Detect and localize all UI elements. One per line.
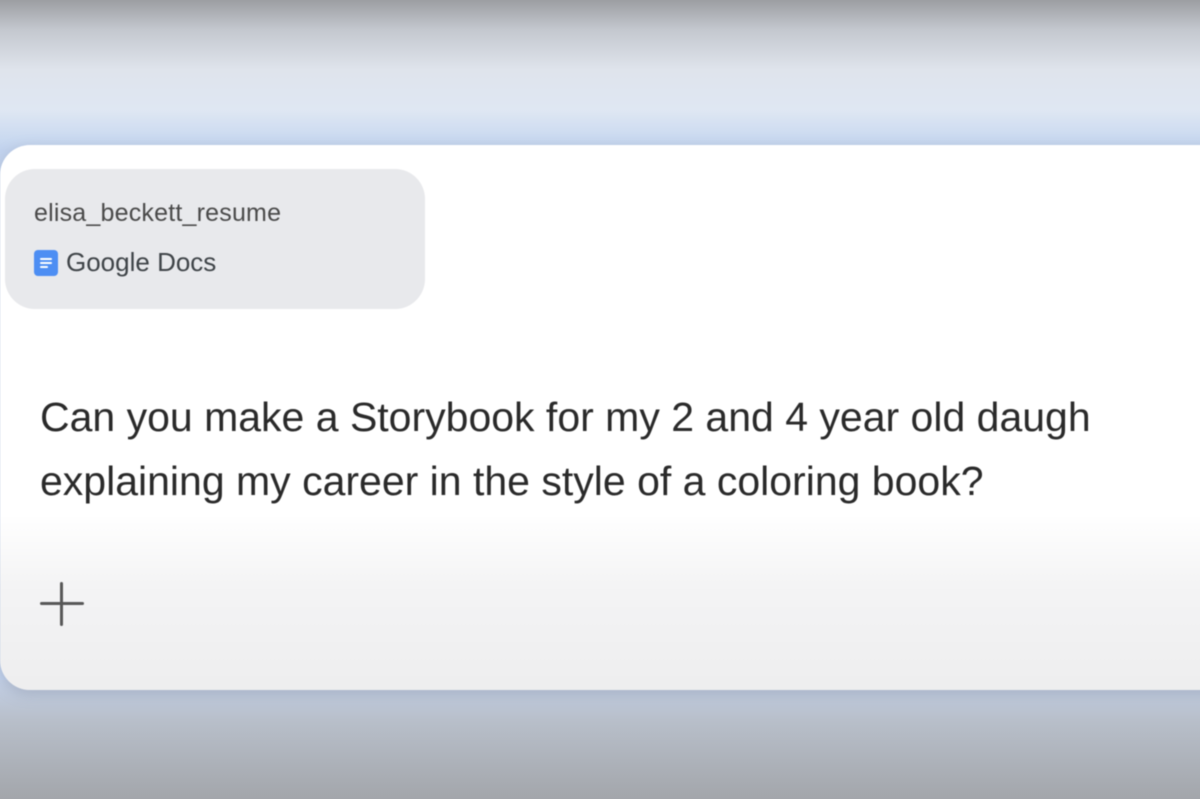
google-docs-icon <box>34 249 58 276</box>
prompt-line-2: explaining my career in the style of a c… <box>40 458 984 504</box>
page-backdrop-bottom <box>0 680 1200 799</box>
attachment-title: elisa_beckett_resume <box>34 199 282 227</box>
prompt-line-1: Can you make a Storybook for my 2 and 4 … <box>40 394 1091 440</box>
prompt-input-card[interactable]: elisa_beckett_resume Google Docs Can you… <box>0 145 1200 690</box>
attachment-chip[interactable]: elisa_beckett_resume Google Docs <box>5 169 425 309</box>
add-button[interactable] <box>36 577 88 629</box>
attachment-source-label: Google Docs <box>66 247 217 277</box>
prompt-text[interactable]: Can you make a Storybook for my 2 and 4 … <box>40 385 1200 513</box>
attachment-source: Google Docs <box>34 247 216 278</box>
